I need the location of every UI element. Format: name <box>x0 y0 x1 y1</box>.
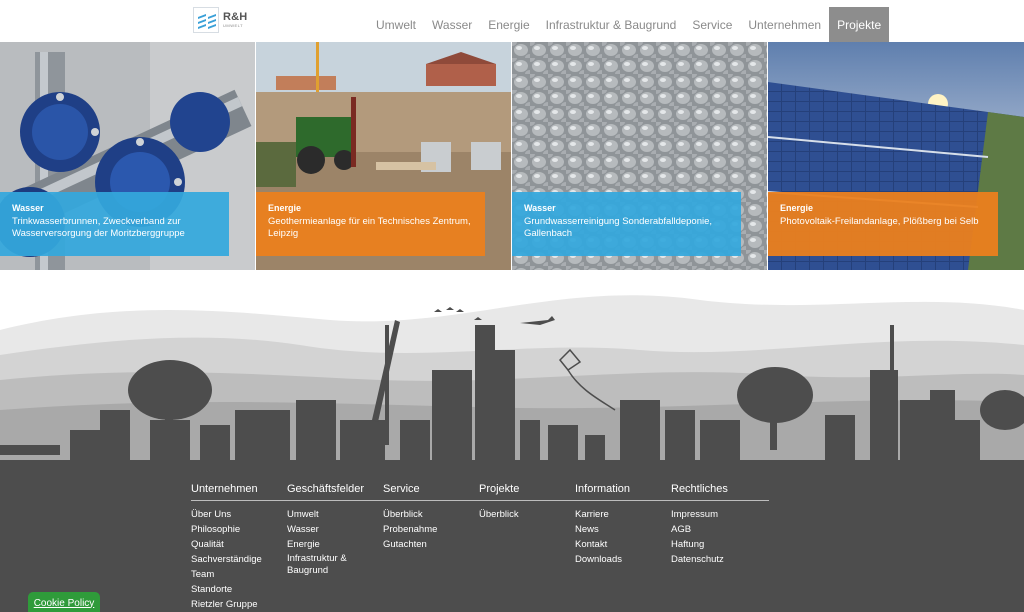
footer-link-karriere[interactable]: Karriere <box>575 507 671 522</box>
footer-heading: Service <box>383 483 420 495</box>
cookie-policy-button[interactable]: Cookie Policy <box>28 592 100 612</box>
footer-link-impressum[interactable]: Impressum <box>671 507 767 522</box>
project-title: Trinkwasserbrunnen, Zweckverband zur Was… <box>12 216 185 239</box>
rh-logo-icon <box>193 7 219 33</box>
nav-infrastruktur-baugrund[interactable]: Infrastruktur & Baugrund <box>538 7 685 42</box>
nav-energie[interactable]: Energie <box>480 7 537 42</box>
project-title: Geothermieanlage für ein Technisches Zen… <box>268 216 471 239</box>
project-tiles: Wasser Trinkwasserbrunnen, Zweckverband … <box>0 42 1024 270</box>
project-category: Wasser <box>12 203 44 213</box>
nav-umwelt[interactable]: Umwelt <box>368 7 424 42</box>
footer-columns: Unternehmen Über Uns Philosophie Qualitä… <box>191 483 769 612</box>
footer-heading: Projekte <box>479 483 520 495</box>
nav-projekte[interactable]: Projekte <box>829 7 890 42</box>
nav-unternehmen[interactable]: Unternehmen <box>740 7 829 42</box>
project-title: Photovoltaik-Freilandanlage, Plößberg be… <box>780 216 979 227</box>
footer-column-unternehmen: Unternehmen Über Uns Philosophie Qualitä… <box>191 483 287 612</box>
footer-link-datenschutz[interactable]: Datenschutz <box>671 552 767 567</box>
nav-wasser[interactable]: Wasser <box>424 7 480 42</box>
project-category: Energie <box>268 203 302 213</box>
footer-column-geschaeftsfelder: Geschäftsfelder Umwelt Wasser Energie In… <box>287 483 383 612</box>
footer-link-wasser[interactable]: Wasser <box>287 522 383 537</box>
project-category: Wasser <box>524 203 556 213</box>
project-category: Energie <box>780 203 814 213</box>
footer-column-information: Information Karriere News Kontakt Downlo… <box>575 483 671 612</box>
footer-link-rietzler-gruppe[interactable]: Rietzler Gruppe <box>191 597 287 612</box>
footer-heading: Information <box>575 483 631 495</box>
footer-link-philosophie[interactable]: Philosophie <box>191 522 287 537</box>
page: R&H UMWELT Umwelt Wasser Energie Infrast… <box>0 0 1024 612</box>
project-caption: Energie Geothermieanlage für ein Technis… <box>256 192 485 256</box>
project-title: Grundwasserreinigung Sonderabfalldeponie… <box>524 216 713 239</box>
footer-column-projekte: Projekte Überblick <box>479 483 575 612</box>
city-skyline-illustration <box>0 295 1024 480</box>
nav-service[interactable]: Service <box>684 7 740 42</box>
footer-link-sachverstaendige[interactable]: Sachverständige <box>191 552 287 567</box>
footer-link-downloads[interactable]: Downloads <box>575 552 671 567</box>
site-footer: Unternehmen Über Uns Philosophie Qualitä… <box>0 464 1024 612</box>
footer-column-rechtliches: Rechtliches Impressum AGB Haftung Datens… <box>671 483 767 612</box>
project-tile-grundwasserreinigung[interactable]: Wasser Grundwasserreinigung Sonderabfall… <box>512 42 767 270</box>
project-caption: Wasser Trinkwasserbrunnen, Zweckverband … <box>0 192 229 256</box>
footer-link-standorte[interactable]: Standorte <box>191 582 287 597</box>
site-header: R&H UMWELT Umwelt Wasser Energie Infrast… <box>0 0 1024 42</box>
footer-link-umwelt[interactable]: Umwelt <box>287 507 383 522</box>
footer-link-energie[interactable]: Energie <box>287 537 383 552</box>
footer-link-gutachten[interactable]: Gutachten <box>383 537 479 552</box>
footer-link-projekte-ueberblick[interactable]: Überblick <box>479 507 575 522</box>
footer-link-haftung[interactable]: Haftung <box>671 537 767 552</box>
footer-link-team[interactable]: Team <box>191 567 287 582</box>
project-caption: Energie Photovoltaik-Freilandanlage, Plö… <box>768 192 998 256</box>
footer-link-kontakt[interactable]: Kontakt <box>575 537 671 552</box>
footer-column-service: Service Überblick Probenahme Gutachten <box>383 483 479 612</box>
footer-link-agb[interactable]: AGB <box>671 522 767 537</box>
logo[interactable]: R&H UMWELT <box>193 6 248 34</box>
project-tile-photovoltaik[interactable]: Energie Photovoltaik-Freilandanlage, Plö… <box>768 42 1024 270</box>
project-tile-trinkwasserbrunnen[interactable]: Wasser Trinkwasserbrunnen, Zweckverband … <box>0 42 255 270</box>
project-tile-geothermieanlage[interactable]: Energie Geothermieanlage für ein Technis… <box>256 42 511 270</box>
footer-link-service-ueberblick[interactable]: Überblick <box>383 507 479 522</box>
footer-link-infrastruktur-baugrund[interactable]: Infrastruktur & Baugrund <box>287 553 362 577</box>
project-caption: Wasser Grundwasserreinigung Sonderabfall… <box>512 192 741 256</box>
footer-link-probenahme[interactable]: Probenahme <box>383 522 479 537</box>
footer-link-ueber-uns[interactable]: Über Uns <box>191 507 287 522</box>
logo-title: R&H <box>223 11 248 23</box>
main-nav: Umwelt Wasser Energie Infrastruktur & Ba… <box>368 7 890 42</box>
footer-heading: Unternehmen <box>191 483 258 495</box>
footer-heading: Geschäftsfelder <box>287 483 365 495</box>
footer-link-qualitaet[interactable]: Qualität <box>191 537 287 552</box>
footer-link-news[interactable]: News <box>575 522 671 537</box>
logo-subtitle: UMWELT <box>223 23 244 28</box>
footer-heading: Rechtliches <box>671 483 728 495</box>
